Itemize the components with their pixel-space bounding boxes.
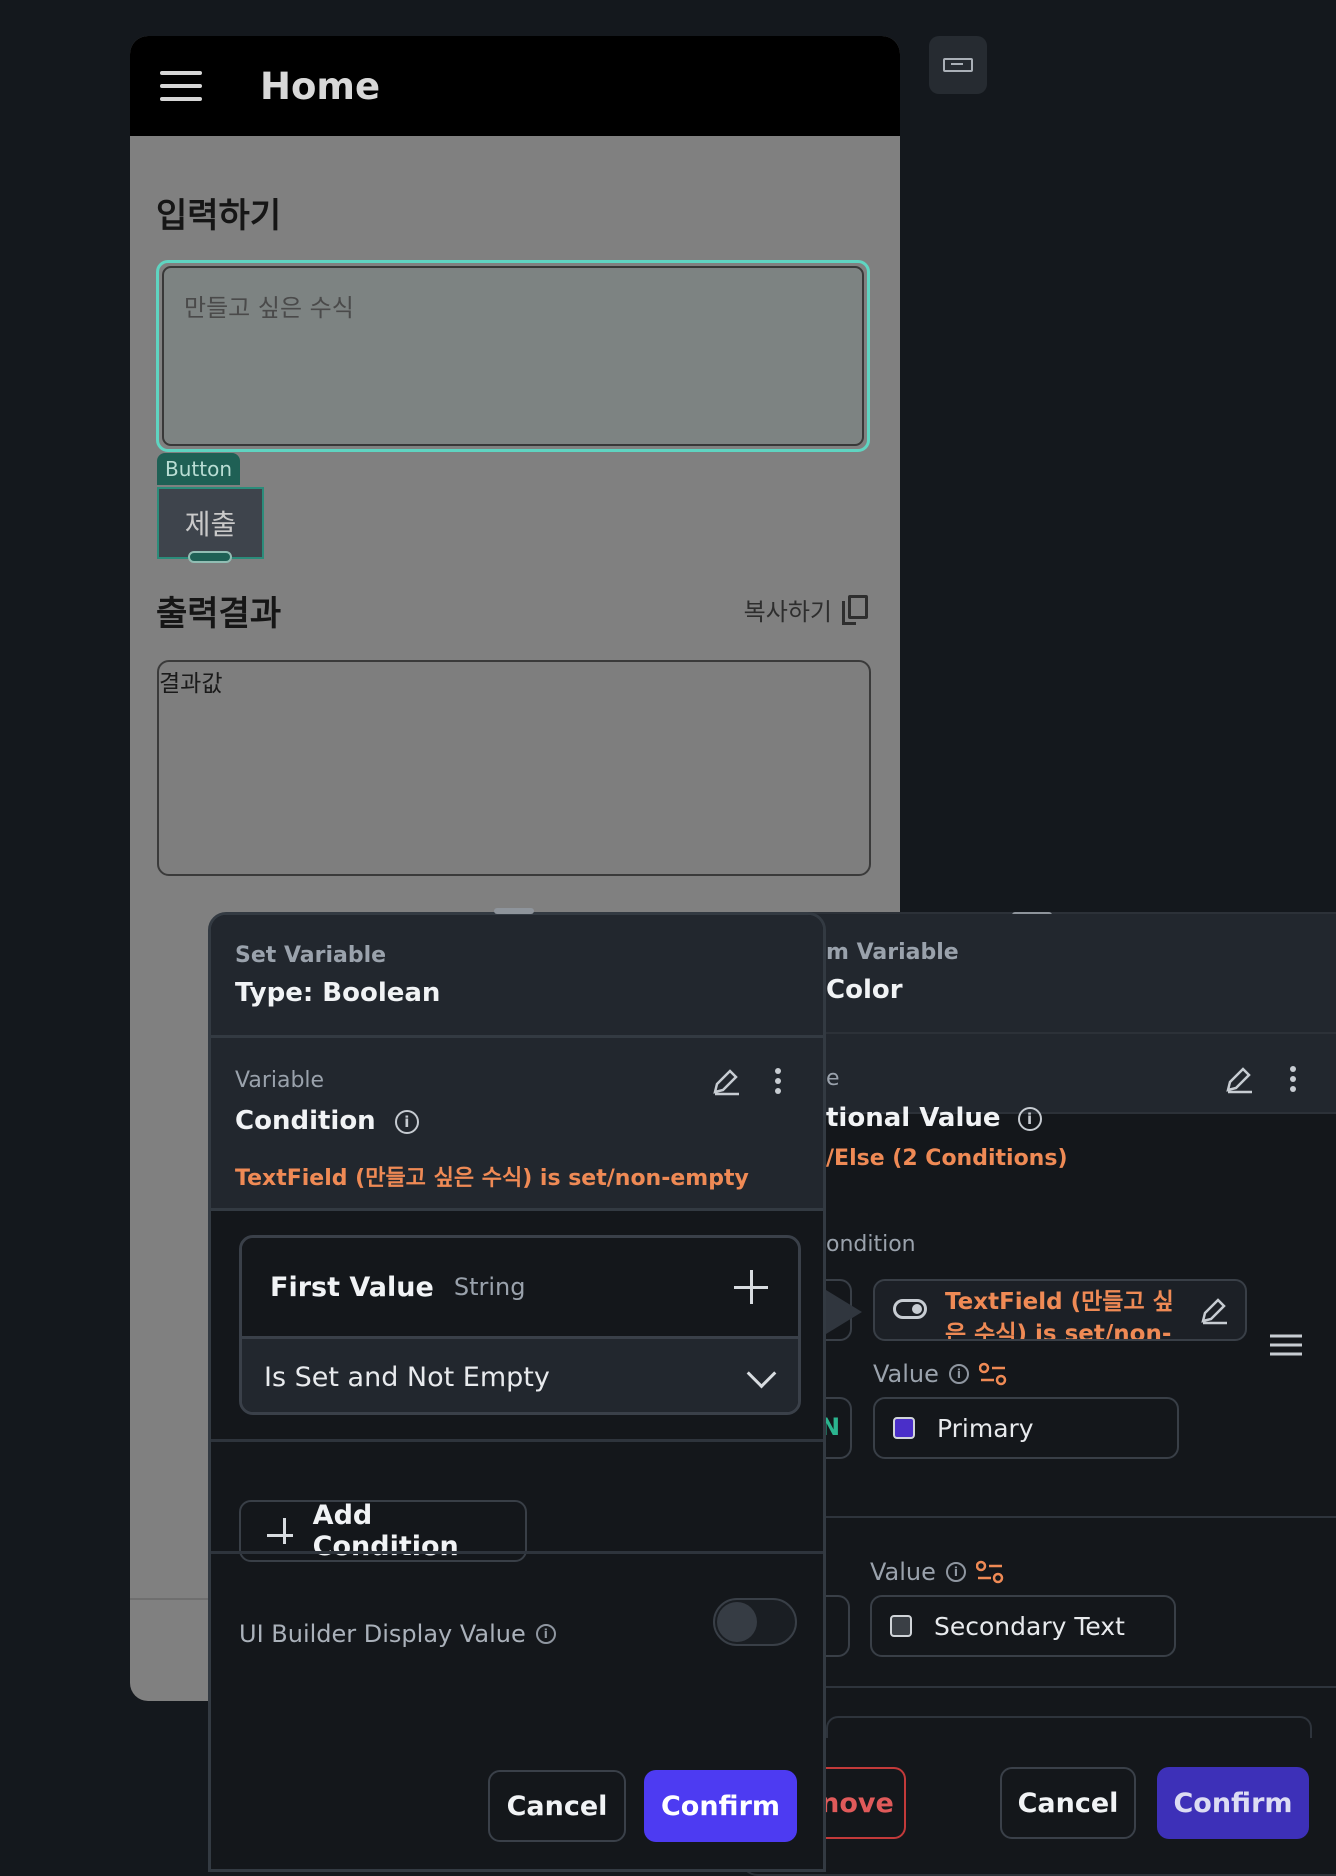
set-variable-panel: Set Variable Type: Boolean Variable Cond…	[208, 912, 826, 1872]
condition-builder: First Value String Is Set and Not Empty	[239, 1235, 801, 1415]
value-text: Primary	[937, 1413, 1034, 1443]
divider	[826, 1686, 1336, 1688]
value-color-picker-primary[interactable]: Primary	[873, 1397, 1179, 1459]
back-panel-type: Color	[826, 975, 903, 1005]
variable-name: Condition i	[235, 1106, 419, 1136]
condition-expression[interactable]: TextField (만들고 싶은 수식) is set/non-empty	[873, 1279, 1247, 1341]
info-icon[interactable]: i	[945, 1562, 966, 1582]
resize-handle[interactable]	[188, 551, 232, 563]
divider	[211, 1439, 823, 1442]
formula-input-selected[interactable]: 만들고 싶은 수식	[156, 260, 870, 452]
back-panel-header	[742, 914, 1336, 1034]
back-cancel-button[interactable]: Cancel	[1000, 1767, 1136, 1839]
value-label: Value	[870, 1558, 936, 1586]
operator-value: Is Set and Not Empty	[264, 1361, 550, 1393]
output-heading: 출력결과	[156, 594, 282, 634]
panel-drag-handle[interactable]	[494, 908, 534, 914]
back-condition-label: ondition	[826, 1232, 916, 1257]
panel-toggle-icon	[943, 58, 973, 72]
divider	[826, 1516, 1336, 1518]
panel-title: Set Variable	[235, 943, 387, 968]
first-value-label: First Value	[270, 1271, 434, 1303]
value-label-row-2: Value i	[870, 1558, 1004, 1586]
display-value-label: UI Builder Display Value	[239, 1620, 526, 1648]
back-panel-title: m Variable	[826, 940, 959, 965]
color-swatch	[893, 1417, 915, 1439]
display-value-row: UI Builder Display Value i	[239, 1620, 556, 1648]
info-icon[interactable]: i	[535, 1624, 556, 1644]
output-value: 결과값	[159, 671, 223, 697]
panel-toggle-button[interactable]	[929, 36, 987, 94]
cancel-button[interactable]: Cancel	[488, 1770, 626, 1842]
more-options-icon[interactable]	[775, 1068, 781, 1094]
plus-icon	[267, 1518, 293, 1544]
formula-input[interactable]: 만들고 싶은 수식	[162, 266, 864, 446]
back-panel-partial-box	[826, 1716, 1312, 1738]
output-box: 결과값	[157, 660, 871, 876]
value-color-picker-secondary[interactable]: Secondary Text	[870, 1595, 1176, 1657]
color-swatch	[890, 1615, 912, 1637]
first-value-type: String	[453, 1273, 526, 1301]
variable-row: Variable Condition i TextField (만들고 싶은 수…	[211, 1038, 823, 1211]
add-value-icon[interactable]	[734, 1270, 768, 1304]
first-value-row[interactable]: First Value String	[242, 1238, 798, 1339]
value-label-row-1: Value i	[873, 1360, 1007, 1388]
back-variable-summary: /Else (2 Conditions)	[826, 1146, 1068, 1171]
button-widget-tag: Button	[157, 453, 240, 485]
back-variable-name: tional Value i	[826, 1103, 1042, 1133]
hamburger-menu-icon[interactable]	[160, 71, 202, 101]
chevron-down-icon	[746, 1358, 777, 1389]
variable-summary: TextField (만들고 싶은 수식) is set/non-empty	[235, 1166, 749, 1191]
panel-header: Set Variable Type: Boolean	[211, 915, 823, 1038]
options-icon[interactable]	[978, 1362, 1007, 1386]
info-icon[interactable]: i	[948, 1364, 969, 1384]
app-bar: Home	[130, 36, 900, 136]
operator-dropdown[interactable]: Is Set and Not Empty	[242, 1339, 798, 1412]
submit-button[interactable]: 제출	[157, 487, 264, 559]
options-icon[interactable]	[975, 1560, 1004, 1584]
copy-icon	[842, 594, 868, 625]
more-options-icon[interactable]	[1290, 1066, 1296, 1092]
expand-arrow-icon[interactable]	[826, 1290, 862, 1334]
info-icon[interactable]: i	[1017, 1106, 1042, 1131]
copy-label: 복사하기	[743, 598, 832, 626]
value-text: Secondary Text	[934, 1611, 1125, 1641]
back-variable-name-text: tional Value	[826, 1103, 1001, 1133]
edit-icon[interactable]	[709, 1066, 741, 1098]
copy-button[interactable]: 복사하기	[744, 592, 868, 627]
info-icon[interactable]: i	[394, 1109, 419, 1134]
drag-reorder-icon[interactable]	[1270, 1334, 1302, 1356]
back-confirm-button[interactable]: Confirm	[1157, 1767, 1309, 1839]
variable-label: Variable	[235, 1068, 325, 1093]
confirm-button[interactable]: Confirm	[644, 1770, 797, 1842]
condition-expression-text: TextField (만들고 싶은 수식) is set/non-empty	[945, 1289, 1174, 1341]
panel-type: Type: Boolean	[235, 978, 441, 1008]
edit-icon[interactable]	[1222, 1064, 1254, 1096]
display-value-toggle[interactable]	[713, 1598, 797, 1646]
back-variable-label: e	[826, 1066, 840, 1091]
edit-condition-icon[interactable]	[1197, 1295, 1229, 1327]
variable-name-text: Condition	[235, 1106, 376, 1136]
toggle-icon	[893, 1299, 927, 1319]
divider	[211, 1551, 823, 1554]
appbar-title: Home	[260, 64, 381, 108]
input-heading: 입력하기	[156, 196, 282, 236]
value-label: Value	[873, 1360, 939, 1388]
